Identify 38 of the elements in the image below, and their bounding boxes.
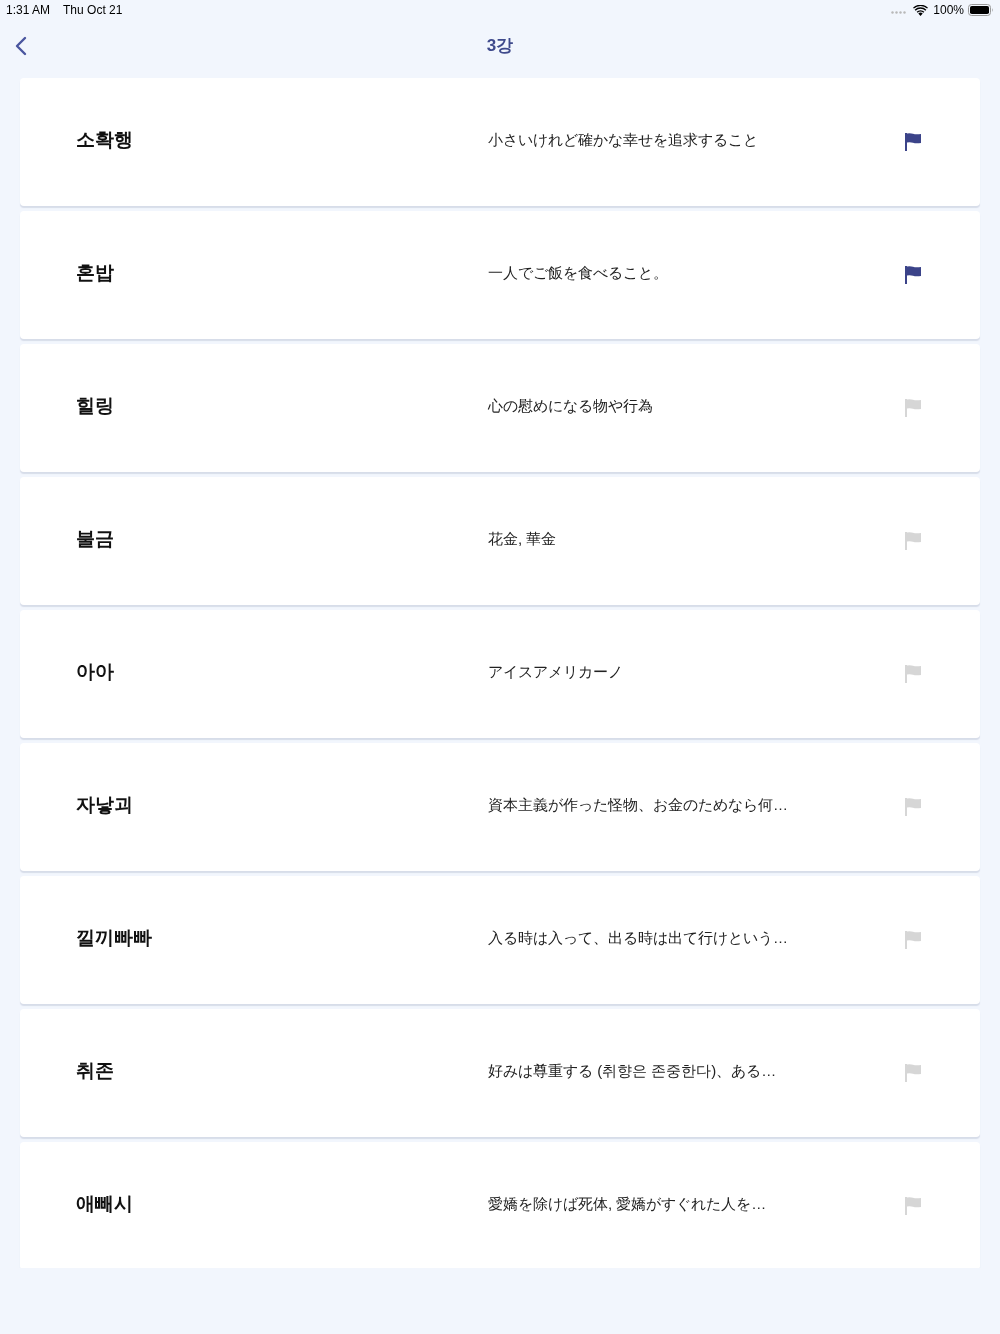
- word-meaning: アイスアメリカーノ: [488, 661, 624, 682]
- flag-icon[interactable]: [905, 133, 921, 151]
- word-card[interactable]: 소확행 小さいけれど確かな幸せを追求すること: [20, 78, 980, 206]
- korean-word: 낄끼빠빠: [76, 925, 153, 950]
- word-meaning: 一人でご飯を食べること。: [488, 262, 669, 283]
- word-card[interactable]: 자낳괴 資本主義が作った怪物、お金のためなら何…: [20, 743, 980, 871]
- korean-word: 소확행: [76, 127, 134, 152]
- battery-percent: 100%: [933, 2, 964, 19]
- korean-word: 혼밥: [76, 260, 115, 285]
- battery-icon: [968, 4, 994, 16]
- word-card[interactable]: 낄끼빠빠 入る時は入って、出る時は出て行けという…: [20, 876, 980, 1004]
- korean-word: 불금: [76, 526, 115, 551]
- word-card[interactable]: 취존 好みは尊重する (취향은 존중한다)、ある…: [20, 1009, 980, 1137]
- word-card[interactable]: 혼밥 一人でご飯を食べること。: [20, 211, 980, 339]
- word-card[interactable]: 힐링 心の慰めになる物や行為: [20, 344, 980, 472]
- signal-dots-icon: [891, 10, 908, 14]
- korean-word: 자낳괴: [76, 792, 134, 817]
- nav-title: 3강: [486, 35, 514, 58]
- word-meaning: 資本主義が作った怪物、お金のためなら何…: [488, 794, 789, 815]
- word-card[interactable]: 애빼시 愛嬌を除けば死体, 愛嬌がすぐれた人を…: [20, 1142, 980, 1268]
- word-meaning: 愛嬌を除けば死体, 愛嬌がすぐれた人を…: [488, 1193, 768, 1214]
- word-meaning: 小さいけれど確かな幸せを追求すること: [488, 129, 759, 150]
- word-meaning: 花金, 華金: [488, 528, 558, 549]
- word-meaning: 入る時は入って、出る時は出て行けという…: [488, 927, 789, 948]
- korean-word: 힐링: [76, 393, 115, 418]
- flag-icon[interactable]: [905, 266, 921, 284]
- korean-word: 애빼시: [76, 1191, 134, 1216]
- word-card[interactable]: 불금 花金, 華金: [20, 477, 980, 605]
- status-time: 1:31 AM: [6, 2, 51, 19]
- word-card[interactable]: 아아 アイスアメリカーノ: [20, 610, 980, 738]
- status-date: Thu Oct 21: [63, 2, 123, 19]
- korean-word: 취존: [76, 1058, 115, 1083]
- word-meaning: 好みは尊重する (취향은 존중한다)、ある…: [488, 1060, 778, 1081]
- word-meaning: 心の慰めになる物や行為: [488, 395, 654, 416]
- back-button[interactable]: [14, 36, 28, 56]
- korean-word: 아아: [76, 659, 115, 684]
- back-chevron-icon: [14, 36, 28, 56]
- wifi-icon: [913, 4, 929, 16]
